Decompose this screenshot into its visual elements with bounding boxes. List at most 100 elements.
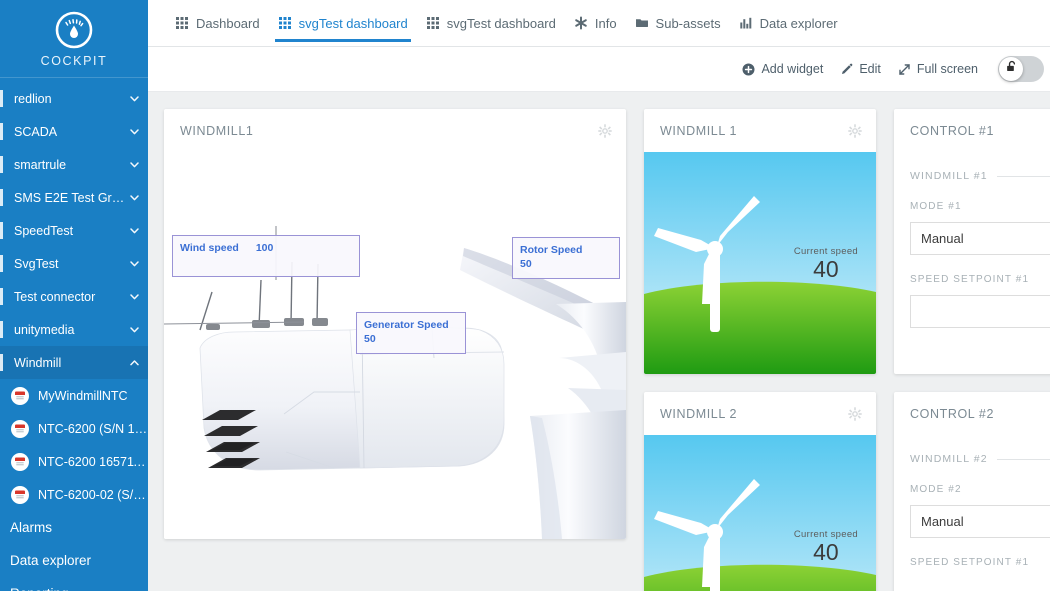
brand-logo[interactable]: COCKPIT [0,0,148,78]
device-icon [10,452,30,472]
sidebar-child-ntc-6200-a[interactable]: NTC-6200 (S/N 16... [0,412,148,445]
current-speed-readout: Current speed 40 [794,246,858,282]
tab-info[interactable]: Info [565,0,626,47]
full-screen-button[interactable]: Full screen [898,62,978,76]
windmill-column: WINDMILL 1 [644,109,876,591]
chevron-down-icon[interactable] [129,159,140,170]
svg-tag-wind-speed[interactable]: Wind speed 100 [172,235,360,277]
sidebar-item-label: redlion [14,92,129,106]
active-bar [0,354,3,371]
sidebar-item-reporting[interactable]: Reporting [0,577,148,591]
mode-select[interactable]: Manual [910,222,1050,255]
widget-title: WINDMILL 1 [660,124,848,138]
bar-chart-icon [739,16,753,30]
gear-icon[interactable] [848,124,862,138]
gear-icon[interactable] [848,407,862,421]
sidebar-item-label: unitymedia [14,323,129,337]
chevron-down-icon[interactable] [129,126,140,137]
widget-title: CONTROL #2 [910,407,1050,421]
svg-tag-rotor-speed[interactable]: Rotor Speed 50 [512,237,620,279]
tab-sub-assets[interactable]: Sub-assets [626,0,730,47]
device-icon [10,386,30,406]
tag-value: 50 [520,257,612,271]
tab-bar: Dashboard svgTest dashboard svgTest dash… [148,0,1050,47]
tag-name: Rotor Speed [520,243,612,257]
chevron-down-icon[interactable] [129,225,140,236]
gauge-icon [53,9,95,51]
sidebar-child-ntc-6200-02[interactable]: NTC-6200-02 (S/N ... [0,478,148,511]
sidebar-item-unitymedia[interactable]: unitymedia [0,313,148,346]
sidebar-item-label: SMS E2E Test Group [14,191,129,205]
tab-data-explorer[interactable]: Data explorer [730,0,847,47]
pencil-icon [840,63,853,76]
active-bar [0,156,3,173]
sidebar-child-mywindmillntc[interactable]: MyWindmillNTC [0,379,148,412]
widget-header: CONTROL #1 [894,109,1050,152]
chevron-down-icon[interactable] [129,192,140,203]
sidebar-item-svgtest[interactable]: SvgTest [0,247,148,280]
widget-title: CONTROL #1 [910,124,1050,138]
svg-canvas[interactable]: Wind speed 100 Rotor Speed 50 Generator … [164,152,626,539]
tab-label: svgTest dashboard [299,16,408,31]
active-bar [0,222,3,239]
widget-header: WINDMILL1 [164,109,626,152]
widget-control-2: CONTROL #2 WINDMILL #2 MODE #2 Manual SP… [894,392,1050,591]
sidebar-item-speedtest[interactable]: SpeedTest [0,214,148,247]
legend-divider [997,176,1050,177]
chevron-down-icon[interactable] [129,93,140,104]
chevron-down-icon[interactable] [129,291,140,302]
sidebar-item-label: Windmill [14,356,129,370]
chevron-down-icon[interactable] [129,324,140,335]
tab-svgtest-dashboard-1[interactable]: svgTest dashboard [269,0,417,47]
asterisk-icon [574,16,588,30]
plus-circle-icon [742,63,755,76]
sidebar-child-ntc-6200-b[interactable]: NTC-6200 165711... [0,445,148,478]
full-screen-label: Full screen [917,62,978,76]
sidebar-child-label: NTC-6200 165711... [38,455,148,469]
mode-select[interactable]: Manual [910,505,1050,538]
widget-title: WINDMILL1 [180,124,598,138]
active-bar [0,321,3,338]
lock-dashboard-toggle[interactable] [998,56,1044,82]
sidebar-item-alarms[interactable]: Alarms [0,511,148,544]
sidebar-groups: redlion SCADA smartrule [0,78,148,591]
mode-value: Manual [921,231,964,246]
dashboard-toolbar: Add widget Edit Full screen [148,47,1050,92]
dashboard-board: WINDMILL1 [148,93,1050,591]
control-group-label: WINDMILL #2 [910,453,988,465]
current-speed-readout: Current speed 40 [794,529,858,565]
sidebar-item-redlion[interactable]: redlion [0,82,148,115]
active-bar [0,123,3,140]
tag-name: Generator Speed [364,318,458,332]
windmill-scene: Current speed 40 [644,435,876,591]
widget-windmill-2: WINDMILL 2 [644,392,876,591]
tab-svgtest-dashboard-2[interactable]: svgTest dashboard [417,0,565,47]
current-speed-value: 40 [794,257,858,282]
control-body: WINDMILL #2 MODE #2 Manual SPEED SETPOIN… [894,435,1050,568]
edit-button[interactable]: Edit [840,62,881,76]
add-widget-button[interactable]: Add widget [742,62,823,76]
sidebar-child-label: NTC-6200-02 (S/N ... [38,488,148,502]
brand-name: COCKPIT [41,54,108,68]
tag-name: Wind speed [180,241,239,255]
gear-icon[interactable] [598,124,612,138]
chevron-down-icon[interactable] [129,258,140,269]
mode-value: Manual [921,514,964,529]
setpoint-input[interactable]: 100 [910,295,1050,328]
sidebar-item-label: SvgTest [14,257,129,271]
active-bar [0,189,3,206]
add-widget-label: Add widget [761,62,823,76]
svg-tag-generator-speed[interactable]: Generator Speed 50 [356,312,466,354]
mode-label: MODE #2 [910,484,1050,495]
chevron-up-icon[interactable] [129,357,140,368]
app-root: COCKPIT redlion SCADA smartrule [0,0,1050,591]
widget-windmill1-svg: WINDMILL1 [164,109,626,539]
sidebar-item-scada[interactable]: SCADA [0,115,148,148]
sidebar-item-windmill[interactable]: Windmill [0,346,148,379]
sidebar-item-data-explorer[interactable]: Data explorer [0,544,148,577]
tab-dashboard[interactable]: Dashboard [166,0,269,47]
sidebar-item-test-connector[interactable]: Test connector [0,280,148,313]
control-group-legend: WINDMILL #1 [910,170,1050,182]
sidebar-item-sms-e2e-test-group[interactable]: SMS E2E Test Group [0,181,148,214]
sidebar-item-smartrule[interactable]: smartrule [0,148,148,181]
